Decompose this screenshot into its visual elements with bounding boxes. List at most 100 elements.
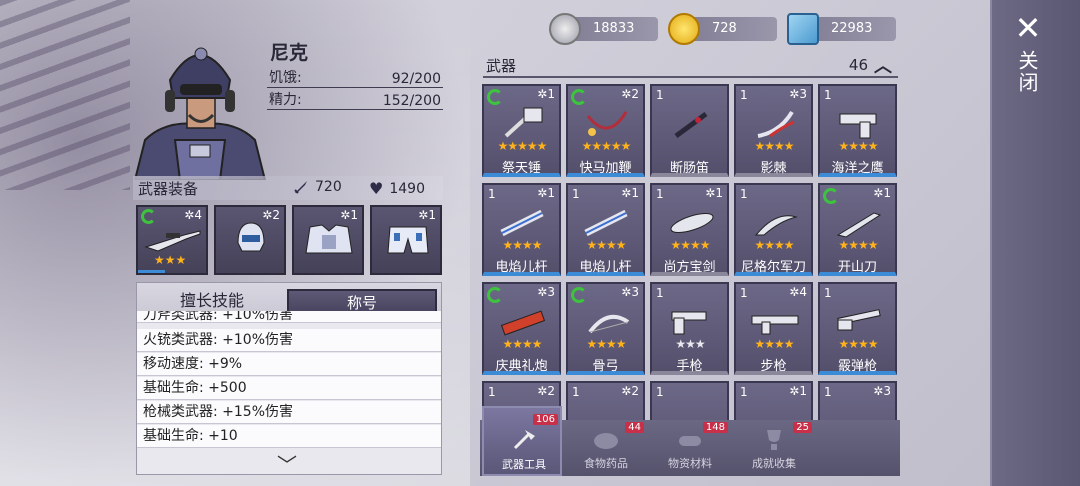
weapon-card[interactable]: 1 ★★★★ 海洋之鹰 bbox=[818, 84, 897, 177]
weapon-name: 海洋之鹰 bbox=[831, 161, 884, 176]
blades-icon bbox=[757, 110, 795, 138]
shotgun-icon bbox=[837, 309, 881, 331]
flute-icon bbox=[674, 111, 708, 139]
sniper-rifle-icon bbox=[144, 230, 201, 252]
weapon-level: 1 bbox=[656, 187, 664, 201]
silver-amount: 18833 bbox=[593, 21, 635, 36]
weapon-stars: ★★★★ bbox=[838, 238, 878, 252]
gear-badge: ✲3 bbox=[789, 87, 807, 101]
skill-line: 枪械类武器: +15%伤害 bbox=[137, 401, 441, 424]
weapon-stars: ★★★★ bbox=[502, 337, 542, 351]
equip-slot-armor[interactable]: ✲1 bbox=[292, 205, 364, 275]
gear-badge: ✲1 bbox=[537, 186, 555, 200]
attack-value: 720 bbox=[315, 179, 342, 195]
weapon-card[interactable]: 1 ✲1 ★★★★ 电焰儿杆 bbox=[482, 183, 561, 276]
weapon-card[interactable]: 1 ✲3 ★★★★ 影棘 bbox=[734, 84, 813, 177]
tab-food-medicine[interactable]: 食物药品 44 bbox=[566, 420, 646, 476]
weapon-stars: ★★★ bbox=[675, 337, 705, 351]
weapon-card[interactable]: ✲3 ★★★★ 庆典礼炮 bbox=[482, 282, 561, 375]
weapon-card[interactable]: ✲1 ★★★★★ 祭天锤 bbox=[482, 84, 561, 177]
food-icon bbox=[594, 433, 618, 449]
equip-slot-weapon[interactable]: ✲4 ★★★ bbox=[136, 205, 208, 275]
whip-icon bbox=[586, 111, 628, 136]
tab-weapons-tools[interactable]: 武器工具 106 bbox=[482, 406, 562, 476]
weapon-card[interactable]: 1 ★★★ 手枪 bbox=[650, 282, 729, 375]
weapon-name: 断肠笛 bbox=[669, 161, 709, 176]
weapon-card[interactable]: 1 ✲1 bbox=[734, 381, 813, 422]
weapon-stars: ★★★★ bbox=[586, 337, 626, 351]
weapon-card[interactable]: 1 ✲1 ★★★★ 电焰儿杆 bbox=[566, 183, 645, 276]
blaster-icon bbox=[500, 209, 544, 237]
weapon-level: 1 bbox=[488, 385, 496, 399]
gear-badge: ✲2 bbox=[262, 208, 280, 222]
close-panel[interactable]: ✕ 关闭 bbox=[990, 0, 1080, 486]
skill-line: 刀斧类武器: +10%伤害 bbox=[137, 311, 441, 323]
weapon-stars: ★★★★★ bbox=[497, 139, 548, 153]
weapon-name: 步枪 bbox=[760, 359, 787, 374]
gear-badge: ✲1 bbox=[418, 208, 436, 222]
sync-icon bbox=[571, 287, 587, 303]
energy-row: 精力: 152/200 bbox=[267, 88, 443, 110]
weapon-name: 庆典礼炮 bbox=[495, 359, 548, 374]
sword-icon bbox=[294, 181, 307, 194]
weapon-card[interactable]: 1 ✲1 ★★★★ 尚方宝剑 bbox=[650, 183, 729, 276]
gear-badge: ✲1 bbox=[873, 186, 891, 200]
weapon-card[interactable]: 1 ★★★★ 霰弹枪 bbox=[818, 282, 897, 375]
chevron-down-icon[interactable]: ﹀ bbox=[277, 449, 297, 478]
weapon-level: 1 bbox=[488, 187, 496, 201]
energy-label: 精力: bbox=[269, 92, 302, 108]
weapon-name: 开山刀 bbox=[837, 260, 877, 275]
weapon-card[interactable]: 1 ★★★★ 尼格尔军刀 bbox=[734, 183, 813, 276]
weapon-card[interactable]: 1 ✲3 bbox=[818, 381, 897, 422]
gold-currency: 728 bbox=[668, 13, 777, 45]
energy-value: 152/200 bbox=[382, 93, 441, 109]
weapon-card[interactable]: 1 ✲2 bbox=[566, 381, 645, 422]
gear-badge: ✲1 bbox=[705, 186, 723, 200]
tab-materials[interactable]: 物资材料 148 bbox=[650, 420, 730, 476]
gear-badge: ✲4 bbox=[184, 208, 202, 222]
weapon-name: 尼格尔军刀 bbox=[740, 260, 806, 275]
weapon-card[interactable]: ✲1 ★★★★ 开山刀 bbox=[818, 183, 897, 276]
tab-title[interactable]: 称号 bbox=[287, 289, 437, 313]
kukri-icon bbox=[754, 215, 798, 236]
weapon-card[interactable]: ✲2 ★★★★★ 快马加鞭 bbox=[566, 84, 645, 177]
weapon-card[interactable]: 1 bbox=[650, 381, 729, 422]
close-icon[interactable]: ✕ bbox=[1014, 12, 1042, 44]
tab-achievements[interactable]: 成就收集 25 bbox=[734, 420, 814, 476]
skill-line: 移动速度: +9% bbox=[137, 353, 441, 376]
attack-stat: 720 bbox=[293, 179, 342, 195]
bow-icon bbox=[588, 314, 630, 334]
tab-specialty[interactable]: 擅长技能 bbox=[137, 289, 287, 313]
close-label[interactable]: 关闭 bbox=[1014, 50, 1042, 94]
chevron-up-icon[interactable]: ︿ bbox=[874, 52, 892, 78]
equip-slot-helmet[interactable]: ✲2 bbox=[214, 205, 286, 275]
log-icon bbox=[679, 436, 701, 446]
weapon-stars: ★★★★ bbox=[754, 139, 794, 153]
sync-icon bbox=[141, 209, 156, 224]
gear-badge: ✲3 bbox=[873, 384, 891, 398]
weapon-stars: ★★★★ bbox=[754, 238, 794, 252]
weapon-card[interactable]: 1 ✲4 ★★★★ 步枪 bbox=[734, 282, 813, 375]
ticket-amount: 22983 bbox=[831, 21, 873, 36]
gear-badge: ✲1 bbox=[621, 186, 639, 200]
weapon-card[interactable]: 1 断肠笛 bbox=[650, 84, 729, 177]
silver-currency: 18833 bbox=[549, 13, 658, 45]
equip-slot-pants[interactable]: ✲1 bbox=[370, 205, 442, 275]
tab-count-badge: 148 bbox=[702, 422, 728, 433]
fish-sword-icon bbox=[670, 212, 714, 234]
handgun-icon bbox=[671, 311, 707, 335]
gear-badge: ✲1 bbox=[537, 87, 555, 101]
weapon-card[interactable]: ✲3 ★★★★ 骨弓 bbox=[566, 282, 645, 375]
weapon-stars: ★★★★★ bbox=[581, 139, 632, 153]
equipment-header: 武器装备 720 ♥ 1490 bbox=[133, 176, 443, 200]
hunger-row: 饥饿: 92/200 bbox=[267, 66, 443, 88]
skill-line: 火铳类武器: +10%伤害 bbox=[137, 329, 441, 352]
firecracker-icon bbox=[500, 310, 546, 336]
weapon-name: 影棘 bbox=[760, 161, 787, 176]
skill-line: 基础生命: +500 bbox=[137, 377, 441, 400]
health-stat: ♥ 1490 bbox=[369, 179, 425, 198]
weapon-name: 祭天锤 bbox=[501, 161, 541, 176]
weapon-stars: ★★★★ bbox=[838, 139, 878, 153]
weapon-level: 1 bbox=[740, 187, 748, 201]
skill-line: 基础生命: +10 bbox=[137, 425, 441, 448]
